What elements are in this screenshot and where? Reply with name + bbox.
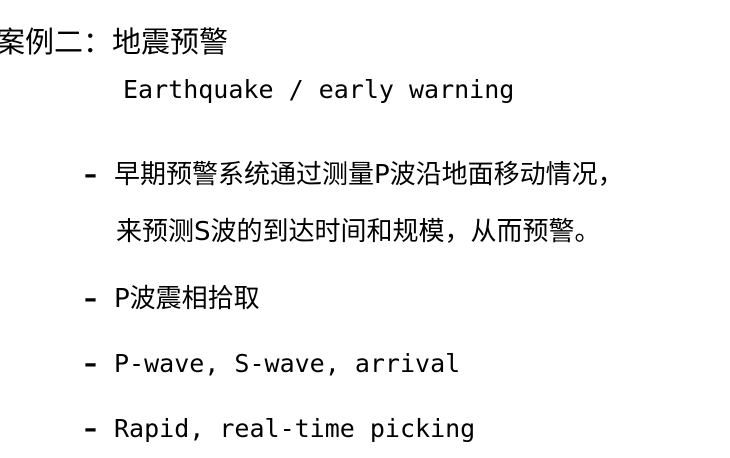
- bullet-text: P-wave, S-wave, arrival: [114, 349, 461, 378]
- bullet-item-1-continuation: 来预测S波的到达时间和规模，从而预警。: [116, 217, 601, 247]
- slide-subtitle: Earthquake / early warning: [123, 75, 515, 104]
- bullet-item-4: – Rapid, real-time picking: [84, 411, 475, 447]
- bullet-text: P波震相拾取: [114, 284, 260, 314]
- bullet-dash: –: [84, 284, 97, 314]
- bullet-item-3: – P-wave, S-wave, arrival: [84, 346, 460, 382]
- bullet-text: Rapid, real-time picking: [114, 414, 476, 443]
- bullet-item-1: – 早期预警系统通过测量P波沿地面移动情况，: [84, 157, 624, 193]
- bullet-dash: –: [84, 160, 97, 190]
- bullet-item-2: – P波震相拾取: [84, 281, 260, 317]
- bullet-text: 早期预警系统通过测量P波沿地面移动情况，: [114, 160, 624, 190]
- bullet-dash: –: [84, 414, 97, 444]
- slide-title: 案例二：地震预警: [0, 25, 229, 59]
- bullet-dash: –: [84, 349, 97, 379]
